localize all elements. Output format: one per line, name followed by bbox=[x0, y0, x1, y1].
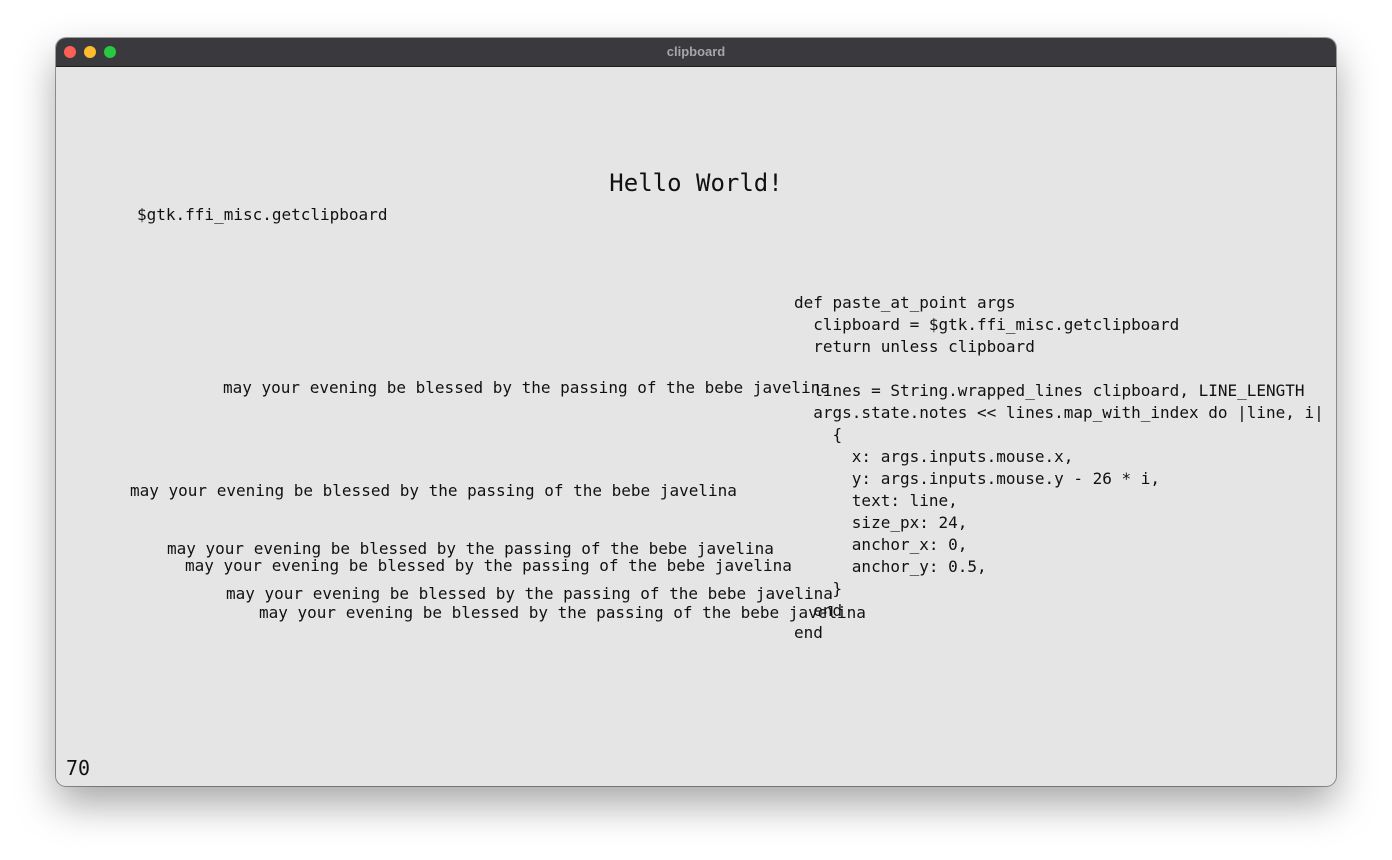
app-window: clipboard Hello World! $gtk.ffi_misc.get… bbox=[56, 38, 1336, 786]
clipboard-label: $gtk.ffi_misc.getclipboard bbox=[137, 205, 388, 224]
hello-heading: Hello World! bbox=[609, 169, 783, 197]
code-line: end bbox=[794, 601, 843, 620]
code-line: } bbox=[794, 579, 843, 598]
pasted-note: may your evening be blessed by the passi… bbox=[259, 603, 866, 622]
code-line: x: args.inputs.mouse.x, bbox=[794, 447, 1074, 466]
window-title: clipboard bbox=[666, 44, 726, 59]
code-line: return unless clipboard bbox=[794, 337, 1035, 356]
pasted-note: may your evening be blessed by the passi… bbox=[185, 556, 792, 575]
code-line: { bbox=[794, 425, 843, 444]
fps-counter: 70 bbox=[66, 756, 91, 780]
code-line: end bbox=[794, 623, 823, 642]
pasted-note: may your evening be blessed by the passi… bbox=[226, 584, 833, 603]
code-line: size_px: 24, bbox=[794, 513, 968, 532]
code-line: y: args.inputs.mouse.y - 26 * i, bbox=[794, 469, 1161, 488]
code-line: anchor_y: 0.5, bbox=[794, 557, 987, 576]
code-line: args.state.notes << lines.map_with_index… bbox=[794, 403, 1324, 422]
title-bar: clipboard bbox=[56, 38, 1336, 67]
code-line: anchor_x: 0, bbox=[794, 535, 968, 554]
code-line: clipboard = $gtk.ffi_misc.getclipboard bbox=[794, 315, 1180, 334]
game-canvas[interactable]: Hello World! $gtk.ffi_misc.getclipboard … bbox=[56, 67, 1336, 786]
code-line: lines = String.wrapped_lines clipboard, … bbox=[794, 381, 1305, 400]
code-listing: def paste_at_point args clipboard = $gtk… bbox=[794, 292, 1324, 644]
pasted-note: may your evening be blessed by the passi… bbox=[223, 378, 830, 397]
pasted-note: may your evening be blessed by the passi… bbox=[130, 481, 737, 500]
code-line: text: line, bbox=[794, 491, 958, 510]
code-line: def paste_at_point args bbox=[794, 293, 1016, 312]
